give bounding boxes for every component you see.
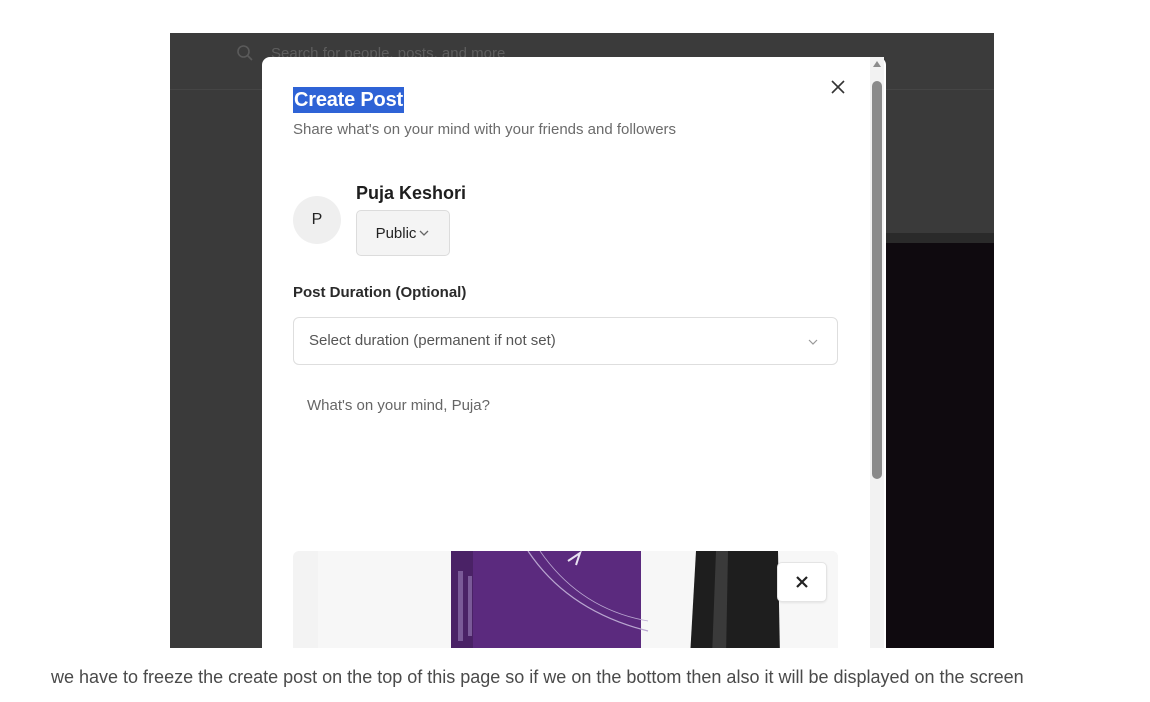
duration-placeholder: Select duration (permanent if not set): [309, 332, 556, 349]
product-image: [318, 551, 838, 648]
chevron-down-icon: [808, 339, 818, 345]
image-preview: [293, 551, 838, 648]
avatar: P: [293, 196, 341, 244]
screenshot-frame: Search for people, posts, and more Creat…: [170, 33, 994, 648]
modal-subtitle: Share what's on your mind with your frie…: [293, 121, 677, 138]
background-media-panel: [886, 243, 994, 648]
scroll-thumb[interactable]: [872, 81, 882, 479]
avatar-letter: P: [311, 211, 323, 228]
close-icon: [796, 576, 808, 588]
remove-image-button[interactable]: [777, 562, 827, 602]
chevron-down-icon: [419, 230, 429, 236]
create-post-modal: Create Post Share what's on your mind wi…: [262, 57, 886, 648]
duration-label: Post Duration (Optional): [293, 284, 467, 301]
close-icon[interactable]: [827, 76, 849, 98]
post-textarea[interactable]: [293, 385, 838, 535]
duration-select[interactable]: Select duration (permanent if not set): [293, 317, 838, 365]
modal-title: Create Post: [293, 87, 404, 113]
caption-text: we have to freeze the create post on the…: [51, 667, 1024, 687]
privacy-label: Public: [375, 224, 417, 242]
scroll-up-arrow[interactable]: [873, 61, 881, 67]
background-divider: [886, 233, 994, 243]
privacy-select[interactable]: Public: [356, 210, 450, 256]
search-icon: [237, 45, 253, 61]
user-name: Puja Keshori: [356, 183, 467, 203]
modal-scrollbar[interactable]: [870, 57, 884, 648]
